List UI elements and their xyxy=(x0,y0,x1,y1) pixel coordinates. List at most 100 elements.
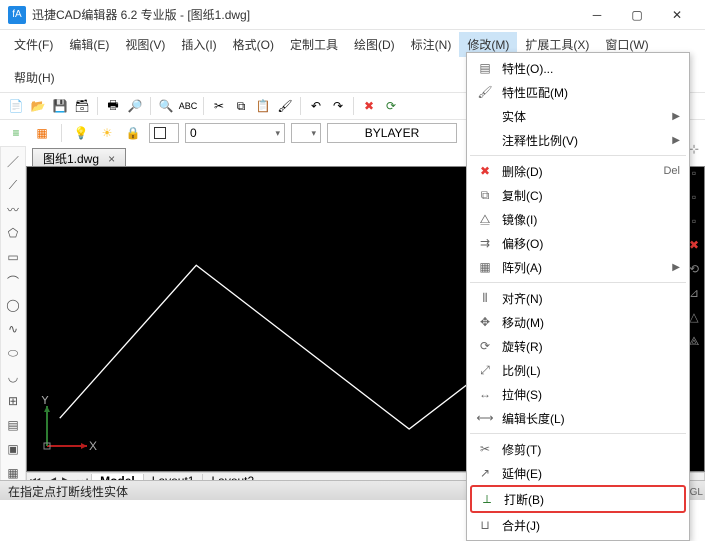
open-icon[interactable]: 📂 xyxy=(28,96,48,116)
window-title: 迅捷CAD编辑器 6.2 专业版 - [图纸1.dwg] xyxy=(32,6,250,23)
arc-icon[interactable]: ⌒ xyxy=(3,271,23,291)
svg-text:X: X xyxy=(89,439,97,453)
layer-color-swatch[interactable] xyxy=(149,123,179,143)
menu-properties[interactable]: ▤特性(O)... xyxy=(470,56,686,80)
menu-align[interactable]: ⫴对齐(N) xyxy=(470,286,686,310)
find-icon[interactable]: 🔍 xyxy=(156,96,176,116)
mirror-icon: ⧋ xyxy=(476,212,494,227)
print-preview-icon[interactable]: 🔎 xyxy=(125,96,145,116)
menu-rotate[interactable]: ⟳旋转(R) xyxy=(470,334,686,358)
xline-icon[interactable]: ⟋ xyxy=(3,175,23,195)
stretch-icon: ↔ xyxy=(476,387,494,401)
menu-entity[interactable]: 实体▶ xyxy=(470,104,686,128)
paste-icon[interactable]: 📋 xyxy=(253,96,273,116)
matchprop-icon: 🖌 xyxy=(476,85,494,99)
refresh-icon[interactable]: ⟳ xyxy=(381,96,401,116)
spline-icon[interactable]: ∿ xyxy=(3,319,23,339)
sun-icon[interactable]: ☀ xyxy=(97,123,117,143)
polyline-icon[interactable]: 〰 xyxy=(3,199,23,219)
move-icon: ✥ xyxy=(476,315,494,329)
circle-icon[interactable]: ◯ xyxy=(3,295,23,315)
scale-icon: ⤢ xyxy=(476,363,494,378)
polygon-icon[interactable]: ⬠ xyxy=(3,223,23,243)
menu-custom[interactable]: 定制工具 xyxy=(282,32,346,57)
copy-icon[interactable]: ⧉ xyxy=(231,96,251,116)
delete-icon: ✖ xyxy=(476,164,494,178)
menu-insert[interactable]: 插入(I) xyxy=(173,32,224,57)
menu-annotate[interactable]: 标注(N) xyxy=(403,32,460,57)
svg-text:Y: Y xyxy=(41,396,49,407)
menu-view[interactable]: 视图(V) xyxy=(117,32,173,57)
tab-label: 图纸1.dwg xyxy=(43,152,99,166)
hatch-icon[interactable]: ▤ xyxy=(3,415,23,435)
matchprop-icon[interactable]: 🖌 xyxy=(275,96,295,116)
offset-icon: ⇉ xyxy=(476,236,494,250)
menu-extend[interactable]: ↗延伸(E) xyxy=(470,461,686,485)
layer-filter-icon[interactable]: ▦ xyxy=(32,123,52,143)
region-icon[interactable]: ▣ xyxy=(3,439,23,459)
lock-icon[interactable]: 🔒 xyxy=(123,123,143,143)
rectangle-icon[interactable]: ▭ xyxy=(3,247,23,267)
menu-annoscale[interactable]: 注释性比例(V)▶ xyxy=(470,128,686,152)
menu-format[interactable]: 格式(O) xyxy=(225,32,282,57)
join-icon: ⊔ xyxy=(476,518,494,532)
redo-icon[interactable]: ↷ xyxy=(328,96,348,116)
menu-draw[interactable]: 绘图(D) xyxy=(346,32,403,57)
trim-icon: ✂ xyxy=(476,442,494,456)
menu-join[interactable]: ⊔合并(J) xyxy=(470,513,686,537)
close-button[interactable]: ✕ xyxy=(657,1,697,29)
menu-file[interactable]: 文件(F) xyxy=(6,32,61,57)
undo-icon[interactable]: ↶ xyxy=(306,96,326,116)
menu-edit[interactable]: 编辑(E) xyxy=(61,32,117,57)
ucs-icon: X Y xyxy=(37,396,97,456)
lineweight-select[interactable]: BYLAYER xyxy=(327,123,457,143)
modify-menu-dropdown: ▤特性(O)... 🖌特性匹配(M) 实体▶ 注释性比例(V)▶ ✖删除(D)D… xyxy=(466,52,690,541)
bulb-icon[interactable]: 💡 xyxy=(71,123,91,143)
status-text: 在指定点打断线性实体 xyxy=(8,485,128,499)
erase-red-icon[interactable]: ✖ xyxy=(359,96,379,116)
lineweight-value: BYLAYER xyxy=(365,126,419,140)
new-icon[interactable]: 📄 xyxy=(6,96,26,116)
copy-icon: ⧉ xyxy=(476,188,494,203)
save-icon[interactable]: 💾 xyxy=(50,96,70,116)
titlebar: fA 迅捷CAD编辑器 6.2 专业版 - [图纸1.dwg] ─ ▢ ✕ xyxy=(0,0,705,30)
menu-matchprop[interactable]: 🖌特性匹配(M) xyxy=(470,80,686,104)
menu-move[interactable]: ✥移动(M) xyxy=(470,310,686,334)
spellcheck-icon[interactable]: ABC xyxy=(178,96,198,116)
menu-copy[interactable]: ⧉复制(C) xyxy=(470,183,686,207)
print-icon[interactable]: 🖶 xyxy=(103,96,123,116)
menu-mirror[interactable]: ⧋镜像(I) xyxy=(470,207,686,231)
editlen-icon: ⟷ xyxy=(476,411,494,425)
draw-toolbar-left: ／ ⟋ 〰 ⬠ ▭ ⌒ ◯ ∿ ⬭ ◡ ⊞ ▤ ▣ ▦ xyxy=(0,146,26,490)
document-tab[interactable]: 图纸1.dwg × xyxy=(32,148,126,167)
insert-icon[interactable]: ⊞ xyxy=(3,391,23,411)
break-icon: ⟂ xyxy=(478,492,496,507)
linetype-select[interactable]: ▾ xyxy=(291,123,321,143)
menu-delete[interactable]: ✖删除(D)Del xyxy=(470,159,686,183)
ellipse-icon[interactable]: ⬭ xyxy=(3,343,23,363)
menu-offset[interactable]: ⇉偏移(O) xyxy=(470,231,686,255)
tab-close-icon[interactable]: × xyxy=(108,152,115,166)
array-icon: ▦ xyxy=(476,260,494,274)
menu-stretch[interactable]: ↔拉伸(S) xyxy=(470,382,686,406)
properties-icon: ▤ xyxy=(476,61,494,75)
align-icon: ⫴ xyxy=(476,291,494,306)
menu-help[interactable]: 帮助(H) xyxy=(6,65,63,90)
maximize-button[interactable]: ▢ xyxy=(617,1,657,29)
menu-trim[interactable]: ✂修剪(T) xyxy=(470,437,686,461)
menu-editlen[interactable]: ⟷编辑长度(L) xyxy=(470,406,686,430)
menu-scale[interactable]: ⤢比例(L) xyxy=(470,358,686,382)
layer-select[interactable]: 0▾ xyxy=(185,123,285,143)
layer-manager-icon[interactable]: ≡ xyxy=(6,123,26,143)
app-icon: fA xyxy=(8,6,26,24)
minimize-button[interactable]: ─ xyxy=(577,1,617,29)
saveall-icon[interactable]: 🗃 xyxy=(72,96,92,116)
menu-array[interactable]: ▦阵列(A)▶ xyxy=(470,255,686,279)
ellipsearc-icon[interactable]: ◡ xyxy=(3,367,23,387)
rotate-icon: ⟳ xyxy=(476,339,494,353)
layer-select-value: 0 xyxy=(190,126,197,140)
extend-icon: ↗ xyxy=(476,466,494,480)
line-icon[interactable]: ／ xyxy=(3,151,23,171)
cut-icon[interactable]: ✂ xyxy=(209,96,229,116)
menu-break[interactable]: ⟂打断(B) xyxy=(470,485,686,513)
